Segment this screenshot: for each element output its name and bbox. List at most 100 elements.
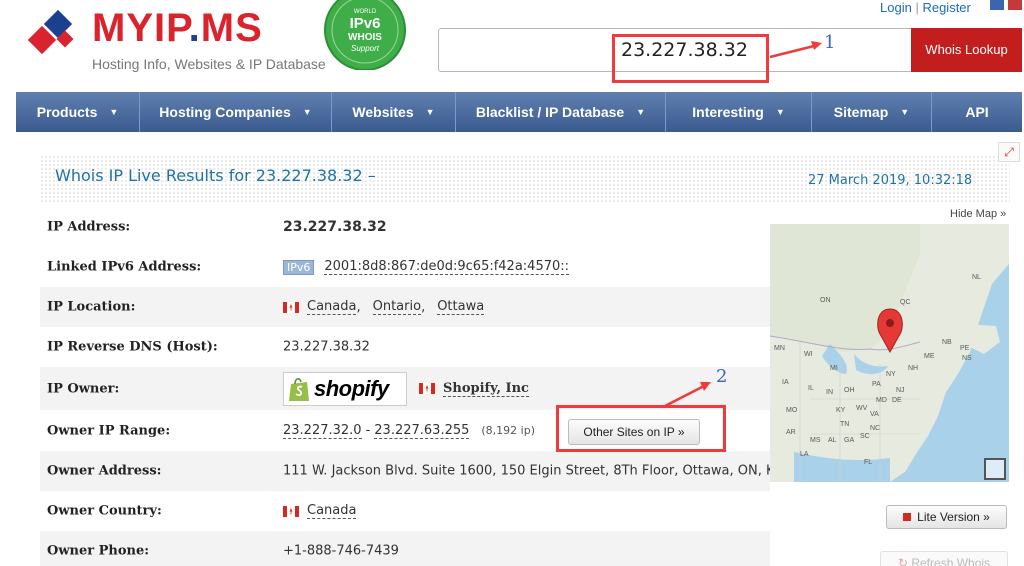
badge-main-text: IPv6 [350,15,381,32]
owner-ip-range-label: Owner IP Range: [47,423,171,438]
brand-suffix: MS [200,6,263,50]
range-end-link[interactable]: 23.227.63.255 [374,423,470,439]
register-link[interactable]: Register [922,0,970,15]
result-title: Whois IP Live Results for 23.227.38.32 – [55,166,376,185]
nav-label: API [965,104,989,120]
main-nav: Products ▼ Hosting Companies ▼ Websites ▼ B… [16,92,1022,132]
annotation-arrow-2-icon [664,382,711,408]
map-label: NJ [896,387,905,394]
nav-label: Interesting [692,104,764,120]
brand-tagline: Hosting Info, Websites & IP Database [92,56,326,72]
range-dash: - [365,423,371,438]
refresh-icon: ↻ [897,556,912,566]
range-start-link[interactable]: 23.227.32.0 [283,423,362,439]
shopify-logo[interactable]: shopify [283,371,407,406]
map-label: AR [786,429,796,436]
map-label: PE [960,345,970,352]
ipv6-whois-support-badge[interactable]: WORLD IPv6 WHOIS Support [322,0,408,70]
table-row: Owner Phone: +1-888-746-7439 [40,531,770,566]
annotation-number-1: 1 [824,32,836,53]
nav-item-api[interactable]: API [932,92,1022,132]
linked-ipv6-value-cell: IPv6 2001:8d8:867:de0d:9c65:f42a:4570:: [283,259,570,275]
ip-location-value-cell: Canada, Ontario, Ottawa [283,299,485,315]
map-label: KY [836,407,846,414]
nav-item-sitemap[interactable]: Sitemap ▼ [812,92,932,132]
map-label: LA [800,451,809,458]
table-row: Owner Address: 111 W. Jackson Blvd. Suit… [40,451,783,491]
map-label: VA [870,411,879,418]
owner-country-link[interactable]: Canada [307,503,357,519]
nav-item-hosting-companies[interactable]: Hosting Companies ▼ [140,92,332,132]
shopify-bag-icon [289,377,309,401]
nav-item-websites[interactable]: Websites ▼ [332,92,456,132]
language-flags-icon[interactable] [990,0,1024,12]
map-label: MD [876,397,887,404]
fullscreen-icon[interactable]: ⤢ [998,142,1020,162]
map-label: FL [864,459,872,466]
ip-owner-link[interactable]: Shopify, Inc [443,381,529,397]
map-label: DE [892,397,902,404]
lite-version-icon [903,513,912,521]
nav-label: Products [36,104,98,120]
nav-label: Hosting Companies [159,104,291,120]
brand-dot: . [188,6,201,50]
range-ip-count: (8,192 ip) [481,424,535,437]
map-label: ME [924,353,935,360]
chevron-down-icon: ▼ [636,107,646,117]
map-label: IN [826,389,833,396]
location-country-link[interactable]: Canada [307,299,357,315]
ip-location-label: IP Location: [47,299,136,315]
nav-item-blacklist-ip-database[interactable]: Blacklist / IP Database ▼ [456,92,666,132]
lite-version-button[interactable]: Lite Version » [886,505,1007,529]
brand-name[interactable]: MYIP.MS [92,6,263,51]
nav-item-products[interactable]: Products ▼ [16,92,140,132]
map-label: NC [870,425,880,432]
map-label: NB [942,339,952,346]
hide-map-link[interactable]: Hide Map » [950,208,1006,220]
location-region-link[interactable]: Ontario [372,299,422,315]
location-sep: , [356,299,361,315]
map-label: PA [872,381,881,388]
account-links-separator: | [915,0,919,15]
linked-ipv6-link[interactable]: 2001:8d8:867:de0d:9c65:f42a:4570:: [324,259,570,275]
myip-logo-icon[interactable] [26,8,86,68]
brand-main: MYIP [92,6,189,50]
owner-address-value: 111 W. Jackson Blvd. Suite 1600, 150 Elg… [283,463,783,479]
map-label: NL [972,274,981,281]
chevron-down-icon: ▼ [900,107,910,117]
refresh-whois-label: Refresh Whois [911,556,991,566]
map-label: WV [856,405,868,412]
ip-address-value: 23.227.38.32 [283,219,387,235]
whois-lookup-button[interactable]: Whois Lookup [911,28,1022,72]
login-link[interactable]: Login [880,0,912,15]
nav-item-interesting[interactable]: Interesting ▼ [666,92,812,132]
map-label: MN [774,345,785,352]
chevron-down-icon: ▼ [109,107,119,117]
owner-country-label: Owner Country: [47,503,162,519]
reverse-dns-value: 23.227.38.32 [283,339,370,355]
result-date: 27 March 2019, 10:32:18 [808,173,973,188]
map-expand-icon[interactable] [984,458,1006,480]
owner-phone-value: +1-888-746-7439 [283,543,399,559]
owner-ip-range-value-cell: 23.227.32.0 - 23.227.63.255 (8,192 ip) [283,423,535,439]
table-row: IP Address: 23.227.38.32 [40,207,770,247]
annotation-arrow-1-icon [769,41,822,59]
location-city-link[interactable]: Ottawa [437,299,485,315]
account-links: Login | Register [880,0,971,15]
refresh-whois-button[interactable]: ↻ Refresh Whois [880,551,1008,566]
map-label: AL [828,437,837,444]
map-label: TN [840,421,849,428]
map-label: NY [886,371,896,378]
nav-label: Websites [352,104,414,120]
map-label: NH [908,365,918,372]
map-label: SC [860,433,870,440]
canada-flag-icon [419,383,435,394]
annotation-box-search [612,34,769,83]
map-label: WI [804,351,813,358]
map-label: NS [962,355,972,362]
location-map[interactable]: NL ON QC MN WI MI NB PE ME NS NY NH IA I… [770,224,1009,482]
reverse-dns-label: IP Reverse DNS (Host): [47,339,218,355]
map-label: MO [786,407,798,414]
nav-label: Sitemap [833,104,889,120]
chevron-down-icon: ▼ [302,107,312,117]
